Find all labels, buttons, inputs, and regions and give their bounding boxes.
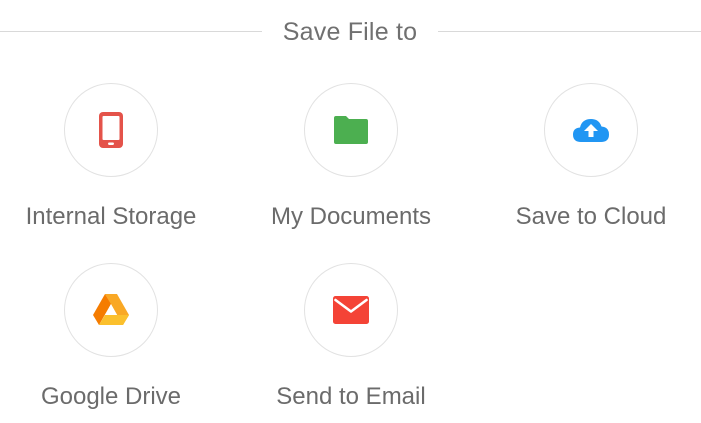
- page-title: Save File to: [282, 18, 418, 46]
- header-divider-right: [438, 31, 701, 32]
- option-save-to-cloud[interactable]: Save to Cloud: [471, 83, 701, 231]
- option-google-drive[interactable]: Google Drive: [0, 263, 231, 411]
- phone-icon: [99, 112, 123, 148]
- email-icon: [333, 296, 369, 324]
- option-label: Internal Storage: [25, 203, 197, 230]
- folder-icon: [334, 116, 368, 144]
- option-label: Google Drive: [40, 383, 182, 410]
- header-divider-left: [0, 31, 262, 32]
- send-to-email-button[interactable]: [304, 263, 398, 357]
- save-file-header: Save File to: [0, 0, 701, 66]
- option-label: Send to Email: [276, 383, 426, 410]
- option-label: Save to Cloud: [515, 203, 667, 230]
- google-drive-button[interactable]: [64, 263, 158, 357]
- my-documents-button[interactable]: [304, 83, 398, 177]
- cloud-upload-icon: [573, 119, 609, 142]
- option-my-documents[interactable]: My Documents: [231, 83, 471, 231]
- option-label: My Documents: [270, 203, 432, 230]
- internal-storage-button[interactable]: [64, 83, 158, 177]
- option-send-to-email[interactable]: Send to Email: [231, 263, 471, 411]
- save-to-cloud-button[interactable]: [544, 83, 638, 177]
- google-drive-icon: [93, 294, 129, 325]
- option-internal-storage[interactable]: Internal Storage: [0, 83, 231, 231]
